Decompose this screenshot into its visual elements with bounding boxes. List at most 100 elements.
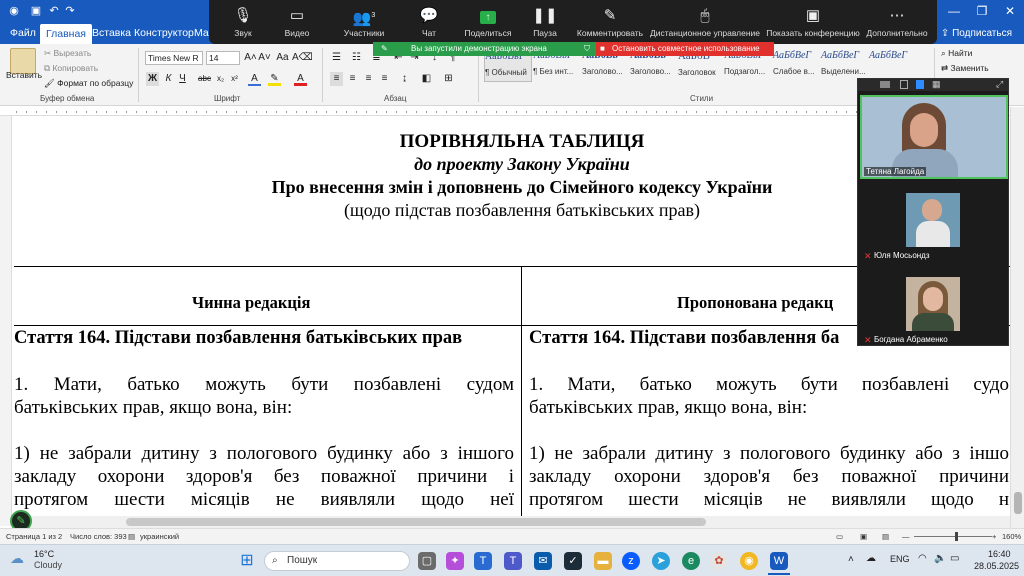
bullets-icon[interactable]: ☰ xyxy=(330,51,343,65)
cloud-icon[interactable]: ☁ xyxy=(866,553,876,564)
grow-font-icon[interactable]: A˄ xyxy=(244,51,257,65)
input-language[interactable]: ENG xyxy=(890,554,910,564)
expand-icon[interactable]: ⤢ xyxy=(996,79,1003,90)
strikethrough-icon[interactable]: abc xyxy=(198,72,211,86)
audio-button[interactable]: 🎙 Звук xyxy=(223,4,263,38)
print-layout-icon[interactable]: ▣ xyxy=(860,532,867,541)
numbering-icon[interactable]: ☷ xyxy=(350,51,363,65)
align-right-icon[interactable]: ≡ xyxy=(362,72,375,86)
outlook-icon[interactable]: ✉ xyxy=(534,552,552,570)
view-speaker-icon[interactable] xyxy=(900,80,908,89)
security-icon[interactable]: ✓ xyxy=(564,552,582,570)
spellcheck-icon[interactable]: ▤ xyxy=(128,532,135,541)
pause-button[interactable]: ❚❚ Пауза xyxy=(527,4,563,38)
horizontal-scrollbar[interactable] xyxy=(14,516,1010,528)
change-case-icon[interactable]: Aa xyxy=(276,51,289,65)
italic-icon[interactable]: К xyxy=(162,72,175,86)
align-center-icon[interactable]: ≡ xyxy=(346,72,359,86)
copy-button[interactable]: ⧉ Копировать xyxy=(44,63,98,74)
task-view-icon[interactable]: ▢ xyxy=(418,552,436,570)
find-button[interactable]: ⌕ Найти xyxy=(941,48,972,59)
weather-icon[interactable]: ☁ xyxy=(10,550,24,567)
zoom-slider-thumb[interactable] xyxy=(955,532,958,541)
font-name-select[interactable]: Times New R xyxy=(145,51,203,65)
edge-icon[interactable]: e xyxy=(682,552,700,570)
zoom-slider[interactable] xyxy=(914,536,992,537)
copilot-icon[interactable]: ✦ xyxy=(446,552,464,570)
share-screen-button[interactable]: ↑ Поделиться xyxy=(461,4,515,38)
participants-button[interactable]: 👥3 Участники xyxy=(337,4,391,38)
redo-icon[interactable]: ↷ xyxy=(62,3,78,19)
chevron-up-icon[interactable]: ˄ xyxy=(848,554,854,565)
remote-control-button[interactable]: 🖱 Дистанционное управление xyxy=(649,4,761,38)
search-box[interactable]: ⌕ Пошук xyxy=(264,551,410,571)
zoom-out-icon[interactable]: — xyxy=(902,532,910,541)
telegram-icon[interactable]: ➤ xyxy=(652,552,670,570)
more-button[interactable]: ⋯ Дополнительно xyxy=(865,4,929,38)
restore-icon[interactable]: ❐ xyxy=(968,0,996,22)
wifi-icon[interactable]: ◠ xyxy=(918,553,927,564)
style-subtle-emphasis[interactable]: АаБбВеГ Слабое в... xyxy=(773,50,821,82)
horizontal-scroll-thumb[interactable] xyxy=(126,518,706,526)
chat-button[interactable]: 💬 Чат xyxy=(411,4,447,38)
share-button[interactable]: ⇪ Подписаться xyxy=(935,25,1018,42)
clock-time[interactable]: 16:40 xyxy=(988,549,1011,559)
weather-desc[interactable]: Cloudy xyxy=(34,560,62,570)
highlight-icon[interactable]: ✎ xyxy=(268,72,281,86)
close-icon[interactable]: ✕ xyxy=(996,0,1024,22)
cut-button[interactable]: ✂ Вырезать xyxy=(44,48,91,59)
annotate-button[interactable]: ✎ Комментировать xyxy=(575,4,645,38)
format-painter-button[interactable]: 🖌 Формат по образцу xyxy=(44,78,133,89)
teams-icon[interactable]: T xyxy=(474,552,492,570)
shading-icon[interactable]: ◧ xyxy=(420,72,433,86)
borders-icon[interactable]: ⊞ xyxy=(442,72,455,86)
video-button[interactable]: ▭ Видео xyxy=(277,4,317,38)
language-indicator[interactable]: украинский xyxy=(140,532,179,541)
tab-home[interactable]: Главная xyxy=(40,24,92,44)
vertical-scrollbar[interactable] xyxy=(1010,107,1024,528)
shrink-font-icon[interactable]: A˅ xyxy=(258,51,271,65)
view-gallery-icon[interactable]: ▦ xyxy=(932,79,941,90)
teams-work-icon[interactable]: T xyxy=(504,552,522,570)
align-left-icon[interactable]: ≡ xyxy=(330,72,343,86)
autosave-icon[interactable]: ◉ xyxy=(6,3,22,19)
save-icon[interactable]: ▣ xyxy=(28,3,44,19)
battery-icon[interactable]: ▭ xyxy=(950,553,959,564)
web-layout-icon[interactable]: ▤ xyxy=(882,532,889,541)
zoom-in-icon[interactable]: + xyxy=(992,532,996,541)
font-color-icon[interactable]: A xyxy=(294,72,307,86)
weather-temp[interactable]: 16°C xyxy=(34,549,54,559)
bold-icon[interactable]: Ж xyxy=(146,72,159,86)
minimize-icon[interactable]: — xyxy=(940,0,968,22)
undo-icon[interactable]: ↶ xyxy=(46,3,62,19)
show-meeting-button[interactable]: ▣ Показать конференцию xyxy=(765,4,861,38)
justify-icon[interactable]: ≡ xyxy=(378,72,391,86)
underline-icon[interactable]: Ч xyxy=(176,72,189,86)
view-strip-icon[interactable] xyxy=(916,80,924,89)
file-explorer-icon[interactable]: ▬ xyxy=(594,552,612,570)
word-count[interactable]: Число слов: 393 xyxy=(70,532,127,541)
vertical-scroll-thumb[interactable] xyxy=(1014,492,1022,514)
word-icon[interactable]: W xyxy=(770,552,788,570)
participant-tile-active[interactable]: Тетяна Лагойда xyxy=(860,95,1008,179)
font-size-select[interactable]: 14 xyxy=(206,51,240,65)
zoom-app-icon[interactable]: z xyxy=(622,552,640,570)
clear-format-icon[interactable]: A⌫ xyxy=(292,51,313,65)
superscript-icon[interactable]: x² xyxy=(228,72,241,86)
tab-file[interactable]: Файл xyxy=(4,22,42,44)
stop-sharing-button[interactable]: ■ Остановить совместное использование xyxy=(596,42,774,56)
chrome-icon[interactable]: ◉ xyxy=(740,552,758,570)
page-count[interactable]: Страница 1 из 2 xyxy=(6,532,62,541)
subscript-icon[interactable]: x₂ xyxy=(214,72,227,86)
clock-date[interactable]: 28.05.2025 xyxy=(974,561,1019,571)
vertical-ruler[interactable] xyxy=(0,116,12,526)
zoom-level[interactable]: 160% xyxy=(1002,532,1021,541)
read-mode-icon[interactable]: ▭ xyxy=(836,532,843,541)
line-spacing-icon[interactable]: ↨ xyxy=(398,72,411,86)
view-minimize-icon[interactable] xyxy=(880,81,890,88)
paste-button[interactable]: Вставить xyxy=(6,70,42,80)
text-effects-icon[interactable]: A xyxy=(248,72,261,86)
volume-icon[interactable]: 🔈 xyxy=(934,553,946,564)
photos-icon[interactable]: ✿ xyxy=(710,552,728,570)
replace-button[interactable]: ⇄ Заменить xyxy=(941,63,989,74)
